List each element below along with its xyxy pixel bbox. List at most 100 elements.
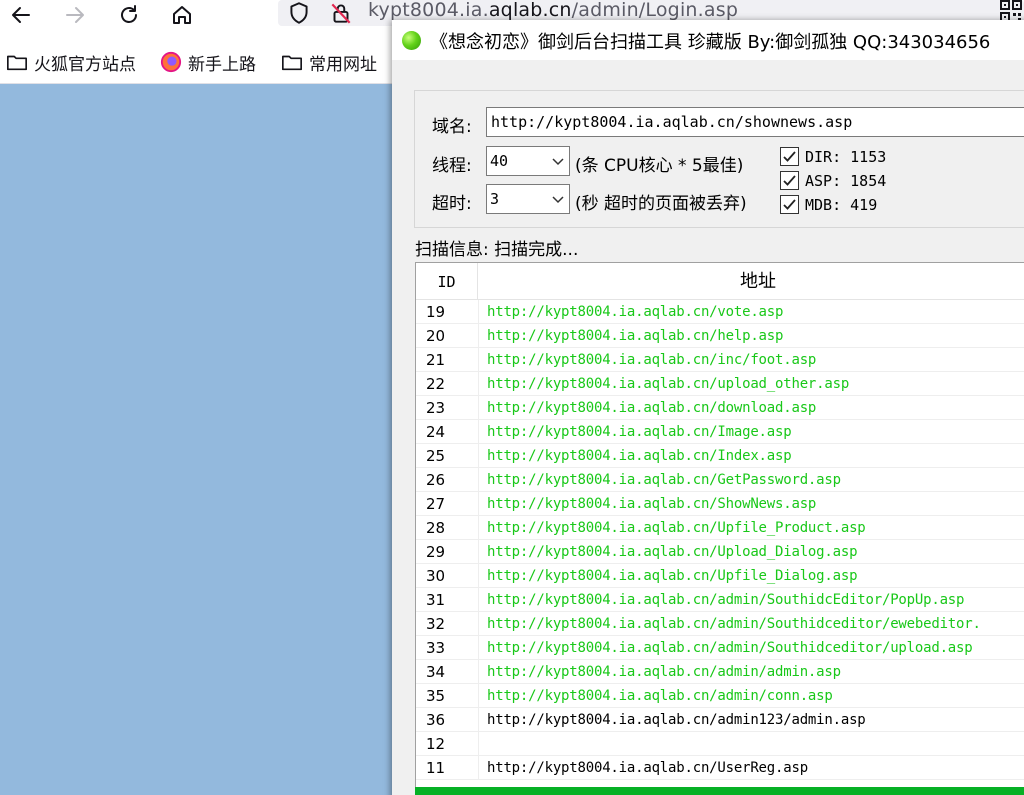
threads-select[interactable]: 40 [486,146,570,176]
url-prefix: kypt8004.ia. [368,0,489,21]
timeout-value: 3 [490,190,500,208]
row-url: http://kypt8004.ia.aqlab.cn/admin/conn.a… [487,688,833,704]
bookmark-common-sites[interactable]: 常用网址 [281,49,377,75]
table-row[interactable]: 24 http://kypt8004.ia.aqlab.cn/Image.asp [416,420,1024,444]
row-url: http://kypt8004.ia.aqlab.cn/admin/admin.… [487,664,841,680]
table-row[interactable]: 31 http://kypt8004.ia.aqlab.cn/admin/Sout… [416,588,1024,612]
row-url: http://kypt8004.ia.aqlab.cn/admin123/adm… [487,712,866,728]
url-path: /admin/Login.asp [571,0,739,21]
row-url: http://kypt8004.ia.aqlab.cn/vote.asp [487,304,784,320]
table-row[interactable]: 34 http://kypt8004.ia.aqlab.cn/admin/admi… [416,660,1024,684]
table-row[interactable]: 19 http://kypt8004.ia.aqlab.cn/vote.asp [416,300,1024,324]
row-id: 21 [426,351,446,369]
table-row[interactable]: 26 http://kypt8004.ia.aqlab.cn/GetPasswor… [416,468,1024,492]
config-panel: 域名: http://kypt8004.ia.aqlab.cn/shownews… [414,90,1024,228]
column-divider [478,660,479,684]
mdb-checkbox[interactable] [780,195,799,214]
url-text[interactable]: kypt8004.ia.aqlab.cn/admin/Login.asp [368,0,738,21]
forward-arrow-icon [66,7,84,23]
dir-checkbox-label: DIR: 1153 [805,148,887,166]
threads-label: 线程: [432,156,472,176]
row-id: 36 [426,711,446,729]
results-table[interactable]: ID 地址 19 http://kypt8004.ia.aqlab.cn/vote… [415,262,1024,795]
scan-status: 扫描信息: 扫描完成... [415,240,579,260]
table-row[interactable]: 11 http://kypt8004.ia.aqlab.cn/UserReg.as… [416,756,1024,780]
row-url: http://kypt8004.ia.aqlab.cn/Upfile_Dialo… [487,568,858,584]
row-url: http://kypt8004.ia.aqlab.cn/upload_other… [487,376,850,392]
row-id: 33 [426,639,446,657]
row-url: http://kypt8004.ia.aqlab.cn/UserReg.asp [487,760,808,776]
asp-checkbox[interactable] [780,171,799,190]
column-divider [478,492,479,516]
column-header-address[interactable]: 地址 [478,263,1024,300]
timeout-hint: (秒 超时的页面被丢弃) [575,194,747,214]
column-divider [478,444,479,468]
row-id: 19 [426,303,446,321]
insecure-lock-icon[interactable] [328,0,354,26]
window-titlebar[interactable]: 《想念初恋》御剑后台扫描工具 珍藏版 By:御剑孤独 QQ:343034656 [392,20,1024,60]
row-url: http://kypt8004.ia.aqlab.cn/admin/Southi… [487,616,981,632]
column-divider [478,540,479,564]
row-id: 25 [426,447,446,465]
checkmark-icon [783,199,796,210]
threads-hint: (条 CPU核心 * 5最佳) [575,156,744,176]
column-divider [478,516,479,540]
row-id: 32 [426,615,446,633]
progress-bar [415,787,1024,795]
column-divider [478,348,479,372]
row-url: http://kypt8004.ia.aqlab.cn/admin/Southi… [487,592,965,608]
bookmark-firefox-official[interactable]: 火狐官方站点 [6,49,136,75]
table-row[interactable]: 12 [416,732,1024,756]
table-row[interactable]: 29 http://kypt8004.ia.aqlab.cn/Upload_Dia… [416,540,1024,564]
column-divider [478,588,479,612]
chevron-down-icon [552,196,564,204]
row-id: 34 [426,663,446,681]
row-url: http://kypt8004.ia.aqlab.cn/download.asp [487,400,817,416]
table-row[interactable]: 23 http://kypt8004.ia.aqlab.cn/download.a… [416,396,1024,420]
column-divider [478,732,479,756]
back-button[interactable] [6,2,36,28]
column-divider [478,324,479,348]
column-divider [478,396,479,420]
column-divider [478,636,479,660]
shield-icon[interactable] [286,0,312,26]
table-row[interactable]: 30 http://kypt8004.ia.aqlab.cn/Upfile_Dia… [416,564,1024,588]
column-header-id[interactable]: ID [416,263,478,300]
domain-label: 域名: [432,117,472,137]
results-header: ID 地址 [416,263,1024,300]
app-icon [402,31,421,50]
reload-button[interactable] [114,2,144,28]
table-row[interactable]: 25 http://kypt8004.ia.aqlab.cn/Index.asp [416,444,1024,468]
scanner-window: 《想念初恋》御剑后台扫描工具 珍藏版 By:御剑孤独 QQ:343034656 … [392,20,1024,795]
bookmark-label: 常用网址 [309,54,377,75]
row-url: http://kypt8004.ia.aqlab.cn/Image.asp [487,424,792,440]
table-row[interactable]: 35 http://kypt8004.ia.aqlab.cn/admin/conn… [416,684,1024,708]
row-id: 30 [426,567,446,585]
row-id: 28 [426,519,446,537]
reload-icon [121,5,137,23]
results-rows: 19 http://kypt8004.ia.aqlab.cn/vote.asp 20… [416,300,1024,780]
table-row[interactable]: 22 http://kypt8004.ia.aqlab.cn/upload_oth… [416,372,1024,396]
table-row[interactable]: 28 http://kypt8004.ia.aqlab.cn/Upfile_Pro… [416,516,1024,540]
table-row[interactable]: 33 http://kypt8004.ia.aqlab.cn/admin/Sout… [416,636,1024,660]
url-host: aqlab.cn [488,0,572,21]
mdb-checkbox-label: MDB: 419 [805,196,878,214]
table-row[interactable]: 32 http://kypt8004.ia.aqlab.cn/admin/Sout… [416,612,1024,636]
table-row[interactable]: 36 http://kypt8004.ia.aqlab.cn/admin123/a… [416,708,1024,732]
qr-code-icon[interactable] [1000,0,1022,22]
home-icon [173,6,191,24]
table-row[interactable]: 21 http://kypt8004.ia.aqlab.cn/inc/foot.a… [416,348,1024,372]
column-divider [478,564,479,588]
back-arrow-icon [12,7,30,23]
row-id: 31 [426,591,446,609]
table-row[interactable]: 20 http://kypt8004.ia.aqlab.cn/help.asp [416,324,1024,348]
domain-input[interactable]: http://kypt8004.ia.aqlab.cn/shownews.asp [486,107,1024,137]
bookmark-getting-started[interactable]: 新手上路 [160,49,256,75]
table-row[interactable]: 27 http://kypt8004.ia.aqlab.cn/ShowNews.a… [416,492,1024,516]
dir-checkbox[interactable] [780,147,799,166]
timeout-label: 超时: [432,194,472,214]
home-button[interactable] [167,2,197,28]
timeout-select[interactable]: 3 [486,184,570,214]
forward-button[interactable] [60,2,90,28]
bookmark-label: 火狐官方站点 [34,54,136,75]
